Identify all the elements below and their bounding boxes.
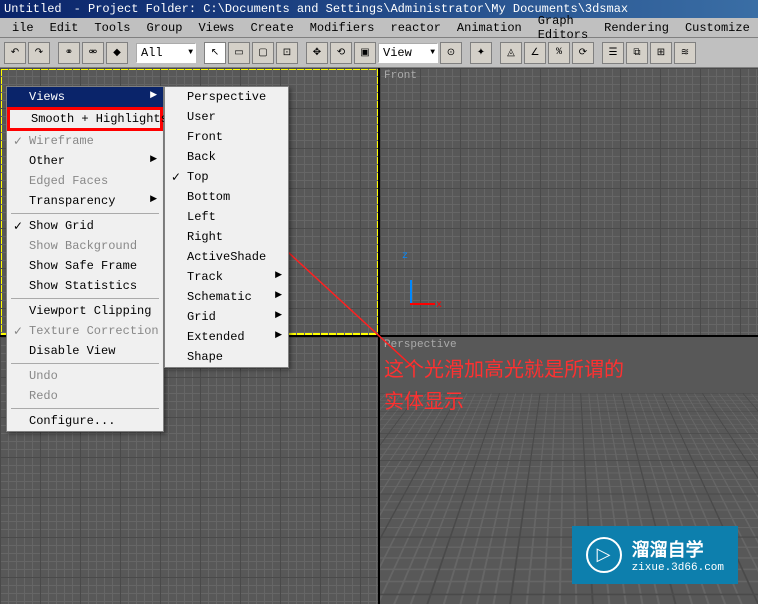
ctx-show-statistics[interactable]: Show Statistics <box>7 276 163 296</box>
menu-separator <box>11 298 159 299</box>
ctx-shape[interactable]: Shape <box>165 347 288 367</box>
ctx-show-background: Show Background <box>7 236 163 256</box>
tool-mirror[interactable]: ⧉ <box>626 42 648 64</box>
menu-animation[interactable]: Animation <box>449 19 530 37</box>
ctx-views[interactable]: Views <box>7 87 163 107</box>
tool-move[interactable]: ✥ <box>306 42 328 64</box>
doc-title: Untitled <box>4 2 62 16</box>
tool-scale[interactable]: ▣ <box>354 42 376 64</box>
ref-coord-dropdown[interactable]: View <box>378 43 438 63</box>
menu-separator <box>11 363 159 364</box>
tool-snap[interactable]: ◬ <box>500 42 522 64</box>
menu-customize[interactable]: Customize <box>677 19 758 37</box>
ctx-texture-correction: Texture Correction <box>7 321 163 341</box>
tool-manipulate[interactable]: ✦ <box>470 42 492 64</box>
watermark: ▷ 溜溜自学 zixue.3d66.com <box>572 526 738 584</box>
tool-rotate[interactable]: ⟲ <box>330 42 352 64</box>
annotation-text: 这个光滑加高光就是所谓的 实体显示 <box>384 356 624 420</box>
menu-tools[interactable]: Tools <box>86 19 138 37</box>
ctx-user[interactable]: User <box>165 107 288 127</box>
ctx-configure-[interactable]: Configure... <box>7 411 163 431</box>
viewport-label: Front <box>384 70 417 82</box>
ctx-other[interactable]: Other <box>7 151 163 171</box>
menu-group[interactable]: Group <box>138 19 190 37</box>
tool-align[interactable]: ⊞ <box>650 42 672 64</box>
ctx-bottom[interactable]: Bottom <box>165 187 288 207</box>
ctx-front[interactable]: Front <box>165 127 288 147</box>
tool-pivot[interactable]: ⊙ <box>440 42 462 64</box>
watermark-title: 溜溜自学 <box>632 536 724 562</box>
menu-separator <box>11 213 159 214</box>
tool-unlink[interactable]: ⚮ <box>82 42 104 64</box>
menu-separator <box>11 408 159 409</box>
play-icon: ▷ <box>586 537 622 573</box>
tool-bind[interactable]: ◆ <box>106 42 128 64</box>
title-bar: Untitled - Project Folder: C:\Documents … <box>0 0 758 18</box>
ctx-redo: Redo <box>7 386 163 406</box>
ctx-extended[interactable]: Extended <box>165 327 288 347</box>
tool-angle-snap[interactable]: ∠ <box>524 42 546 64</box>
ctx-track[interactable]: Track <box>165 267 288 287</box>
ctx-edged-faces: Edged Faces <box>7 171 163 191</box>
tool-percent-snap[interactable]: % <box>548 42 570 64</box>
ctx-undo: Undo <box>7 366 163 386</box>
ctx-show-grid[interactable]: Show Grid <box>7 216 163 236</box>
tool-layer[interactable]: ≋ <box>674 42 696 64</box>
menu-edit[interactable]: Edit <box>42 19 87 37</box>
ctx-back[interactable]: Back <box>165 147 288 167</box>
tool-undo[interactable]: ↶ <box>4 42 26 64</box>
menu-rendering[interactable]: Rendering <box>596 19 677 37</box>
menu-file[interactable]: ile <box>4 19 42 37</box>
tool-select-name[interactable]: ▭ <box>228 42 250 64</box>
ctx-schematic[interactable]: Schematic <box>165 287 288 307</box>
menu-create[interactable]: Create <box>242 19 301 37</box>
tool-link[interactable]: ⚭ <box>58 42 80 64</box>
tool-redo[interactable]: ↷ <box>28 42 50 64</box>
main-toolbar: ↶ ↷ ⚭ ⚮ ◆ All ↖ ▭ ▢ ⊡ ✥ ⟲ ▣ View ⊙ ✦ ◬ ∠… <box>0 38 758 68</box>
ctx-show-safe-frame[interactable]: Show Safe Frame <box>7 256 163 276</box>
ctx-wireframe: Wireframe <box>7 131 163 151</box>
ctx-smooth-highlights[interactable]: Smooth + Highlights <box>7 107 163 131</box>
ctx-right[interactable]: Right <box>165 227 288 247</box>
watermark-url: zixue.3d66.com <box>632 562 724 574</box>
ctx-top[interactable]: Top <box>165 167 288 187</box>
ctx-disable-view[interactable]: Disable View <box>7 341 163 361</box>
viewport-context-menu: Views Smooth + HighlightsWireframeOtherE… <box>6 86 164 432</box>
ctx-perspective[interactable]: Perspective <box>165 87 288 107</box>
menu-views[interactable]: Views <box>190 19 242 37</box>
selection-filter-dropdown[interactable]: All <box>136 43 196 63</box>
menu-modifiers[interactable]: Modifiers <box>302 19 383 37</box>
menu-reactor[interactable]: reactor <box>383 19 449 37</box>
ctx-grid[interactable]: Grid <box>165 307 288 327</box>
ctx-viewport-clipping[interactable]: Viewport Clipping <box>7 301 163 321</box>
ctx-transparency[interactable]: Transparency <box>7 191 163 211</box>
ctx-left[interactable]: Left <box>165 207 288 227</box>
menu-graph-editors[interactable]: Graph Editors <box>530 12 596 44</box>
tool-select[interactable]: ↖ <box>204 42 226 64</box>
views-submenu: PerspectiveUserFrontBackTopBottomLeftRig… <box>164 86 289 368</box>
tool-window-crossing[interactable]: ⊡ <box>276 42 298 64</box>
tool-spinner-snap[interactable]: ⟳ <box>572 42 594 64</box>
ctx-activeshade[interactable]: ActiveShade <box>165 247 288 267</box>
menu-bar: ile Edit Tools Group Views Create Modifi… <box>0 18 758 38</box>
tool-selection-lock[interactable]: ☰ <box>602 42 624 64</box>
tool-select-region[interactable]: ▢ <box>252 42 274 64</box>
